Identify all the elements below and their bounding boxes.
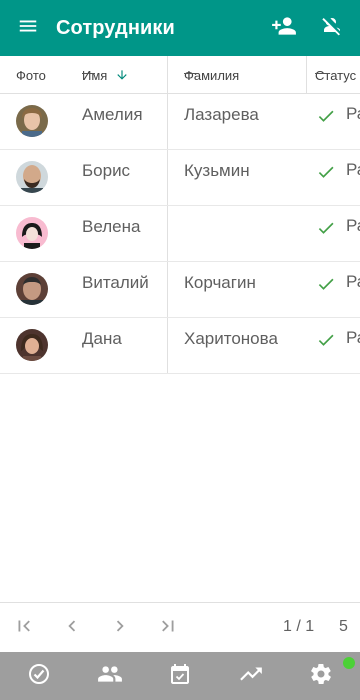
page-info: 1 / 1 [283, 618, 315, 635]
first-name-cell: Виталий [82, 273, 149, 292]
trending-icon [238, 661, 264, 692]
nav-tasks-button[interactable] [14, 652, 64, 700]
column-underline [184, 72, 197, 74]
column-label-last-name: Фамилия [184, 67, 240, 83]
table-row[interactable]: Дана Харитонова Ра [0, 318, 360, 374]
person-off-icon [320, 14, 344, 43]
tasks-icon [27, 662, 51, 691]
nav-people-button[interactable] [85, 652, 135, 700]
column-underline [82, 72, 95, 74]
settings-icon [309, 662, 333, 691]
first-name-cell: Велена [82, 217, 141, 236]
table-row[interactable]: Велена Ра [0, 206, 360, 262]
page-title: Сотрудники [56, 16, 175, 39]
nav-calendar-button[interactable] [155, 652, 205, 700]
column-header-status[interactable]: Статус [315, 56, 356, 94]
column-header-photo: Фото [16, 56, 46, 94]
bottom-navigation [0, 652, 360, 700]
last-page-button[interactable] [155, 615, 181, 641]
next-page-button[interactable] [107, 615, 133, 641]
check-icon [316, 218, 336, 243]
column-label-photo: Фото [16, 67, 46, 83]
last-name-cell: Кузьмин [184, 161, 250, 180]
people-icon [97, 661, 123, 692]
table-row[interactable]: Борис Кузьмин Ра [0, 150, 360, 206]
first-name-cell: Амелия [82, 105, 143, 124]
last-page-icon [157, 615, 179, 642]
column-underline [315, 72, 328, 74]
next-page-icon [109, 615, 131, 642]
avatar [16, 161, 48, 193]
check-icon [316, 162, 336, 187]
column-header-first-name[interactable]: Имя [82, 56, 129, 94]
column-label-first-name: Имя [82, 67, 108, 83]
check-icon [316, 274, 336, 299]
status-cell: Ра [346, 160, 360, 179]
prev-page-icon [61, 615, 83, 642]
prev-page-button[interactable] [59, 615, 85, 641]
page-size-select[interactable]: 5 [339, 618, 348, 636]
last-name-cell: Харитонова [184, 329, 278, 348]
nav-stats-button[interactable] [226, 652, 276, 700]
first-page-icon [13, 615, 35, 642]
menu-button[interactable] [0, 0, 56, 56]
column-label-status: Статус [315, 67, 357, 83]
app-bar: Сотрудники [0, 0, 360, 56]
status-cell: Ра [346, 328, 360, 347]
table-row[interactable]: Амелия Лазарева Ра [0, 94, 360, 150]
column-divider [306, 56, 307, 94]
first-name-cell: Дана [82, 329, 122, 348]
first-name-cell: Борис [82, 161, 131, 180]
status-cell: Ра [346, 272, 360, 291]
avatar [16, 217, 48, 249]
avatar [16, 105, 48, 137]
pagination-bar: 1 / 1 5 [0, 602, 360, 652]
sort-ascending-icon [115, 68, 129, 82]
status-cell: Ра [346, 216, 360, 235]
table-row[interactable]: Виталий Корчагин Ра [0, 262, 360, 318]
check-icon [316, 106, 336, 131]
person-add-icon [271, 13, 297, 44]
add-employee-button[interactable] [260, 0, 308, 56]
avatar [16, 329, 48, 361]
online-status-indicator [343, 657, 355, 669]
last-name-cell: Лазарева [184, 105, 259, 124]
avatar [16, 273, 48, 305]
column-header-last-name[interactable]: Фамилия [184, 56, 239, 94]
remove-employee-button[interactable] [308, 0, 356, 56]
calendar-icon [168, 662, 192, 691]
last-name-cell: Корчагин [184, 273, 256, 292]
status-cell: Ра [346, 104, 360, 123]
check-icon [316, 330, 336, 355]
first-page-button[interactable] [11, 615, 37, 641]
nav-settings-button[interactable] [296, 652, 346, 700]
menu-icon [17, 15, 39, 42]
